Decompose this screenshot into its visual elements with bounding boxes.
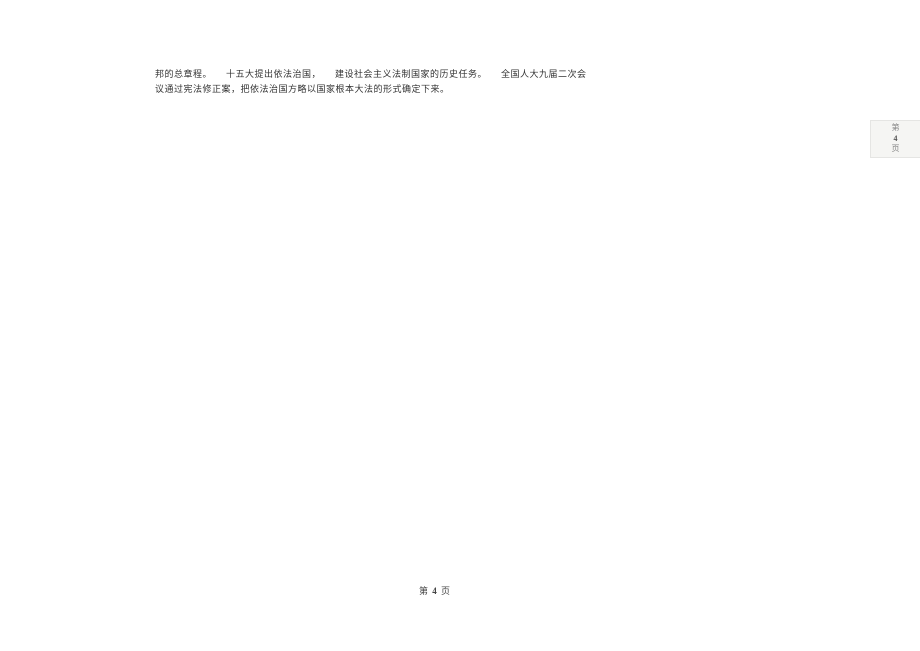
document-page: 邦的总章程。 十五大提出依法治国， 建设社会主义法制国家的历史任务。 全国人大九届二次… [0, 0, 870, 651]
text-segment: 邦的总章程。 [155, 69, 212, 79]
text-segment: 全国人大九届二次会 [501, 69, 587, 79]
body-paragraph: 邦的总章程。 十五大提出依法治国， 建设社会主义法制国家的历史任务。 全国人大九届二次… [155, 67, 725, 98]
page-side-tab[interactable]: 第 4 页 [870, 120, 920, 158]
side-tab-number: 4 [894, 134, 898, 144]
text-line: 议通过宪法修正案，把依法治国方略以国家根本大法的形式确定下来。 [155, 84, 450, 94]
footer-prefix: 第 [419, 586, 432, 596]
page-content: 邦的总章程。 十五大提出依法治国， 建设社会主义法制国家的历史任务。 全国人大九届二次… [155, 67, 725, 98]
page-footer: 第 4 页 [0, 584, 870, 597]
side-tab-bottom: 页 [892, 144, 900, 154]
text-segment: 建设社会主义法制国家的历史任务。 [335, 69, 487, 79]
text-segment: 十五大提出依法治国， [226, 69, 321, 79]
footer-suffix: 页 [438, 586, 451, 596]
side-tab-top: 第 [892, 123, 900, 133]
